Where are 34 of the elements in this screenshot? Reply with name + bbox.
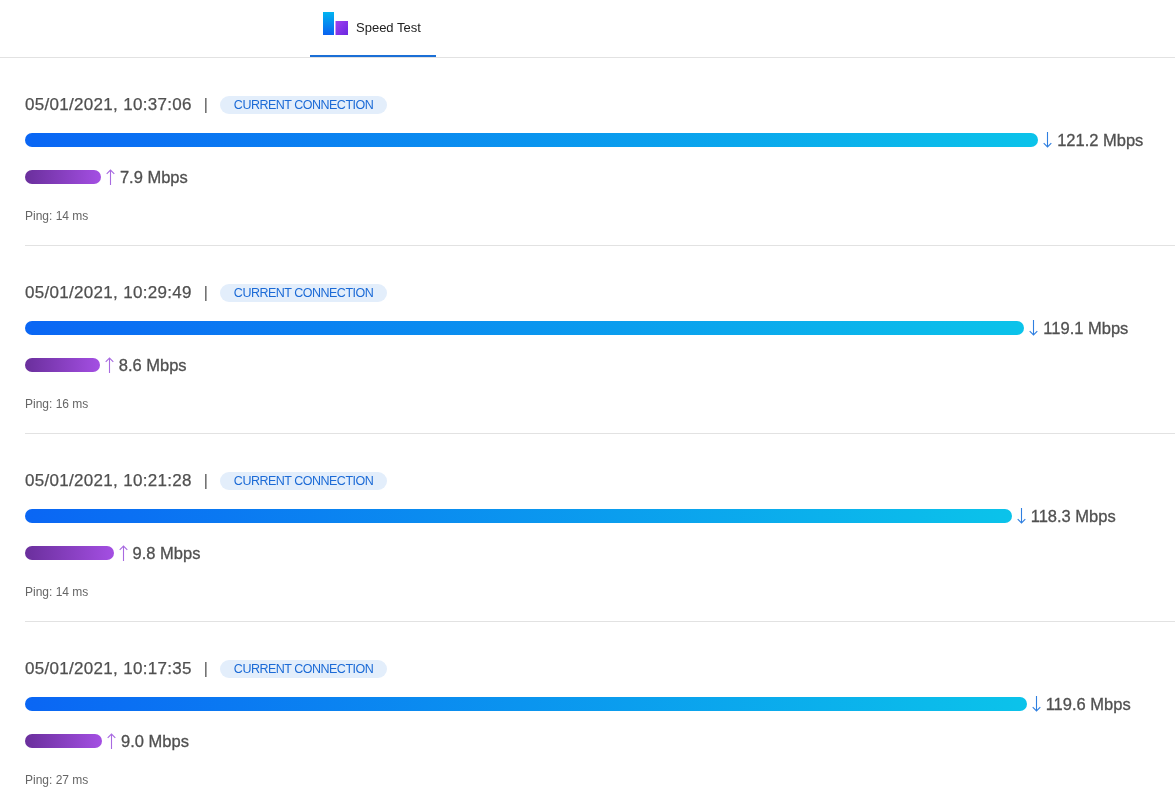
ping-text: Ping: 16 ms [25, 396, 89, 412]
download-speed: 121.2 Mbps [1057, 130, 1144, 150]
connection-badge: CURRENT CONNECTION [219, 660, 388, 678]
arrow-down-icon [1031, 696, 1041, 712]
arrow-up-icon [104, 357, 114, 373]
arrow-down-icon [1016, 508, 1026, 524]
test-timestamp: 05/01/2021, 10:17:35 [25, 659, 192, 679]
ping-text: Ping: 14 ms [25, 208, 89, 224]
upload-speed: 9.8 Mbps [132, 543, 201, 563]
upload-speed: 8.6 Mbps [118, 355, 187, 375]
connection-badge: CURRENT CONNECTION [219, 284, 388, 302]
ping-text: Ping: 14 ms [25, 584, 89, 600]
arrow-down-icon [1043, 132, 1053, 148]
arrow-up-icon [107, 733, 117, 749]
arrow-up-icon [105, 169, 115, 185]
connection-badge: CURRENT CONNECTION [219, 96, 388, 114]
test-timestamp: 05/01/2021, 10:21:28 [25, 471, 192, 491]
arrow-down-icon [1029, 320, 1039, 336]
separator: | [203, 284, 208, 302]
download-speed: 118.3 Mbps [1030, 506, 1116, 526]
download-speed: 119.6 Mbps [1045, 694, 1131, 714]
bar-chart-icon [323, 11, 348, 35]
tab[interactable]: Speed Test [310, 0, 436, 57]
ping-text: Ping: 27 ms [25, 772, 89, 788]
connection-badge: CURRENT CONNECTION [219, 472, 388, 490]
download-speed: 119.1 Mbps [1043, 318, 1129, 338]
test-timestamp: 05/01/2021, 10:37:06 [25, 95, 192, 115]
separator: | [203, 96, 208, 114]
arrow-up-icon [118, 545, 128, 561]
upload-speed: 7.9 Mbps [119, 167, 188, 187]
upload-speed: 9.0 Mbps [121, 731, 189, 751]
test-timestamp: 05/01/2021, 10:29:49 [25, 283, 192, 303]
separator: | [203, 472, 208, 490]
separator: | [203, 660, 208, 678]
